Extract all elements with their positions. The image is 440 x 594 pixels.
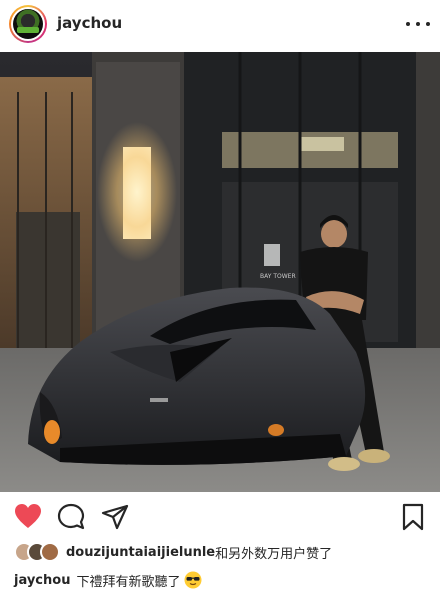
liker-username[interactable]: douzijuntaiaijielunle	[66, 545, 215, 560]
send-arrow-icon[interactable]	[100, 502, 130, 532]
comment-bubble-icon[interactable]	[56, 502, 86, 532]
more-options-icon[interactable]	[406, 12, 430, 36]
liker-avatars	[14, 542, 62, 562]
post-caption: jaychou 下禮拜有新歌聽了	[14, 569, 202, 591]
likes-summary[interactable]: douzijuntaiaijielunle 和另外数万用户赞了	[14, 541, 332, 563]
liker-avatar-icon	[40, 542, 60, 562]
post-photo[interactable]: BAY TOWER	[0, 52, 440, 492]
post-username[interactable]: jaychou	[57, 14, 122, 32]
profile-avatar-icon	[13, 9, 43, 39]
sports-car-photo: BAY TOWER	[0, 52, 440, 492]
caption-username[interactable]: jaychou	[14, 573, 70, 588]
post-action-bar	[0, 502, 440, 534]
sunglasses-emoji-icon	[184, 571, 202, 589]
building-sign: BAY TOWER	[260, 273, 296, 280]
post-header: jaychou	[0, 0, 440, 50]
likes-tail-text: 和另外数万用户赞了	[215, 546, 333, 562]
bookmark-icon[interactable]	[398, 502, 428, 532]
heart-filled-icon[interactable]	[13, 502, 43, 532]
profile-avatar[interactable]	[9, 5, 47, 43]
caption-text: 下禮拜有新歌聽了	[76, 574, 181, 590]
